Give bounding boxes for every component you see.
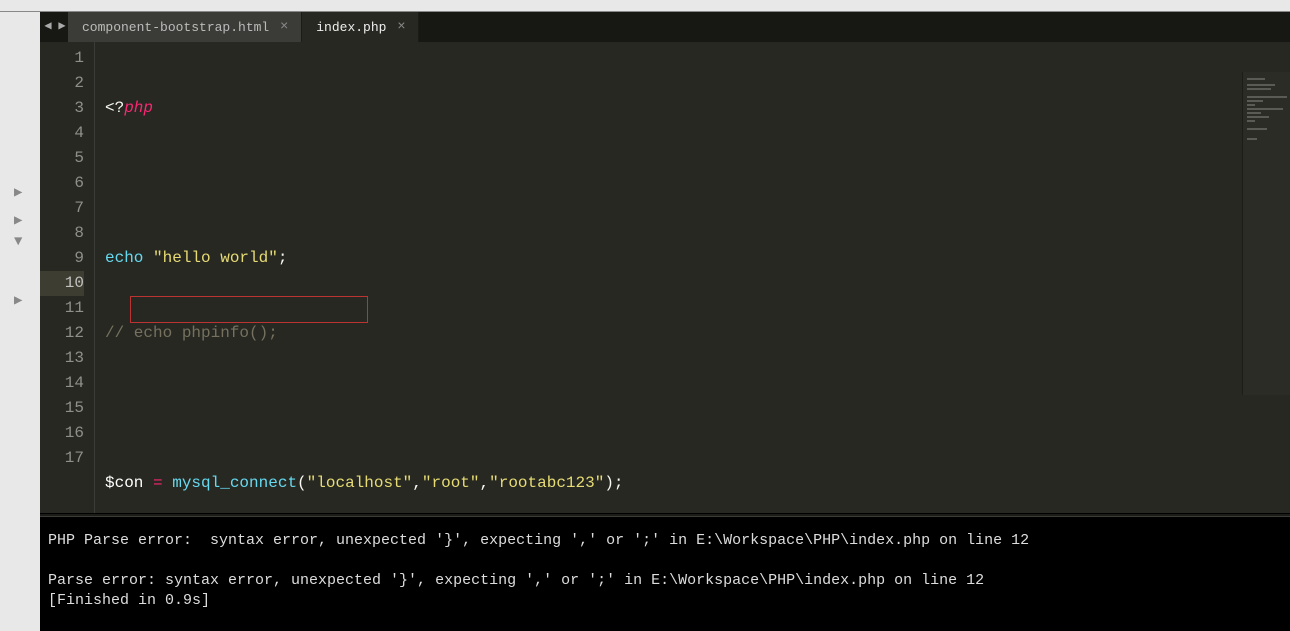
string-literal: "rootabc123" (489, 474, 604, 492)
close-icon[interactable]: × (394, 20, 408, 34)
line-number: 14 (40, 371, 84, 396)
operator: = (143, 474, 172, 492)
line-number: 4 (40, 121, 84, 146)
echo-keyword: echo (105, 249, 143, 267)
console-line: [Finished in 0.9s] (48, 592, 210, 609)
tab-history-back-icon[interactable]: ◀ (42, 16, 54, 34)
console-line: PHP Parse error: syntax error, unexpecte… (48, 532, 1029, 549)
line-number: 1 (40, 46, 84, 71)
line-number: 13 (40, 346, 84, 371)
tab-index-php[interactable]: index.php × (302, 12, 419, 42)
tab-component-bootstrap[interactable]: component-bootstrap.html × (68, 12, 302, 42)
tab-label: component-bootstrap.html (82, 20, 269, 35)
editor-pane: ◀ ▶ component-bootstrap.html × index.php… (40, 12, 1290, 631)
string-literal: "hello world" (153, 249, 278, 267)
build-output-panel[interactable]: PHP Parse error: syntax error, unexpecte… (40, 517, 1290, 631)
comment: // echo phpinfo(); (105, 324, 278, 342)
line-number: 5 (40, 146, 84, 171)
string-literal: "root" (422, 474, 480, 492)
close-icon[interactable]: × (277, 20, 291, 34)
error-highlight-box (130, 296, 368, 323)
tab-history-forward-icon[interactable]: ▶ (56, 16, 68, 34)
line-number: 7 (40, 196, 84, 221)
php-keyword: php (124, 99, 153, 117)
tab-label: index.php (316, 20, 386, 35)
outer-gutter: ▶ ▶ ▼ ▶ (0, 12, 40, 631)
php-open-tag: <? (105, 99, 124, 117)
line-number: 2 (40, 71, 84, 96)
line-number: 15 (40, 396, 84, 421)
line-number-gutter: 1234567891011121314151617 (40, 42, 95, 513)
line-number: 16 (40, 421, 84, 446)
line-number: 10 (40, 271, 84, 296)
fold-marker-icon[interactable]: ▼ (14, 234, 22, 250)
fold-marker-icon[interactable]: ▶ (14, 184, 22, 201)
line-number: 3 (40, 96, 84, 121)
code-area[interactable]: 1234567891011121314151617 <?php echo "he… (40, 42, 1290, 513)
line-number: 17 (40, 446, 84, 471)
console-line: Parse error: syntax error, unexpected '}… (48, 572, 984, 589)
line-number: 6 (40, 171, 84, 196)
line-number: 12 (40, 321, 84, 346)
tab-bar: ◀ ▶ component-bootstrap.html × index.php… (40, 12, 1290, 42)
line-number: 11 (40, 296, 84, 321)
function-call: mysql_connect (172, 474, 297, 492)
fold-marker-icon[interactable]: ▶ (14, 212, 22, 229)
string-literal: "localhost" (307, 474, 413, 492)
line-number: 9 (40, 246, 84, 271)
code-text[interactable]: <?php echo "hello world"; // echo phpinf… (95, 42, 1290, 513)
variable: $con (105, 474, 143, 492)
line-number: 8 (40, 221, 84, 246)
minimap[interactable] (1242, 72, 1290, 395)
window-titlebar-partial (0, 0, 1290, 12)
paren: ); (604, 474, 623, 492)
semicolon: ; (278, 249, 288, 267)
paren: ( (297, 474, 307, 492)
fold-marker-icon[interactable]: ▶ (14, 292, 22, 309)
